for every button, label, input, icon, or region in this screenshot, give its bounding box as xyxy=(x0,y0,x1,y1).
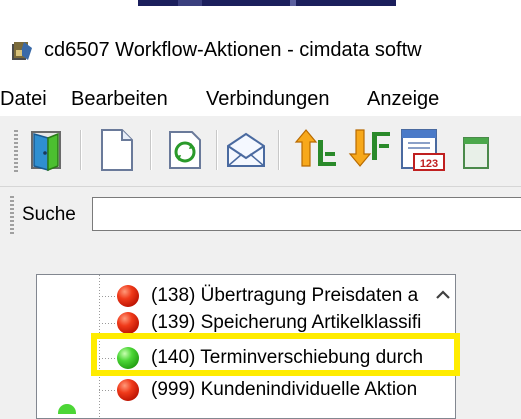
envelope-icon[interactable] xyxy=(222,126,270,174)
toolbar-separator xyxy=(150,130,152,170)
taskbar-tab-edge xyxy=(138,0,396,6)
search-label: Suche xyxy=(22,204,76,225)
search-input[interactable] xyxy=(92,197,521,231)
window-title: cd6507 Workflow-Aktionen - cimdata softw xyxy=(44,39,422,61)
toolbar: 123 xyxy=(0,116,521,186)
search-grip[interactable] xyxy=(10,196,14,236)
svg-text:123: 123 xyxy=(420,158,438,170)
search-bar: Suche xyxy=(0,186,521,246)
tree-branch-line xyxy=(99,358,119,359)
status-red-icon xyxy=(117,379,139,401)
toolbar-separator xyxy=(216,130,218,170)
calendar-123-icon[interactable]: 123 xyxy=(398,126,446,174)
tree-item-label: (140) Terminverschiebung durch xyxy=(151,347,424,368)
refresh-document-icon[interactable] xyxy=(160,126,208,174)
title-bar[interactable]: cd6507 Workflow-Aktionen - cimdata softw xyxy=(0,18,521,76)
new-document-icon[interactable] xyxy=(92,126,140,174)
tab-mark-2 xyxy=(290,0,296,6)
partial-toolbar-icon[interactable] xyxy=(458,126,506,174)
menu-anzeige[interactable]: Anzeige xyxy=(367,86,439,112)
menu-datei[interactable]: Datei xyxy=(0,86,47,112)
scroll-up-arrow-icon[interactable] xyxy=(435,285,451,305)
menu-bar: Datei Bearbeiten Verbindungen Anzeige xyxy=(0,76,521,116)
tree-branch-line xyxy=(99,390,119,391)
menu-verbindungen[interactable]: Verbindungen xyxy=(206,86,329,112)
tree-item-label: (138) Übertragung Preisdaten a xyxy=(151,285,419,306)
tab-mark-1 xyxy=(178,0,202,6)
tree-item-selected[interactable]: (140) Terminverschiebung durch xyxy=(37,343,455,373)
top-strip xyxy=(0,0,521,18)
menu-bearbeiten[interactable]: Bearbeiten xyxy=(71,86,168,112)
workflow-action-tree[interactable]: (138) Übertragung Preisdaten a (139) Spe… xyxy=(36,274,456,419)
status-green-icon xyxy=(117,347,139,369)
tree-branch-line xyxy=(99,323,119,324)
tree-branch-line xyxy=(99,296,119,297)
tree-item[interactable]: (138) Übertragung Preisdaten a xyxy=(37,281,455,311)
exit-door-icon[interactable] xyxy=(22,126,70,174)
tree-item-label: (139) Speicherung Artikelklassifi xyxy=(151,312,422,333)
toolbar-separator xyxy=(278,130,280,170)
toolbar-grip[interactable] xyxy=(14,130,18,172)
tree-item-label: (999) Kundenindividuelle Aktion xyxy=(151,379,418,400)
sort-ascending-icon[interactable] xyxy=(292,126,340,174)
app-icon xyxy=(10,40,34,62)
status-red-icon xyxy=(117,312,139,334)
tree-item[interactable]: (139) Speicherung Artikelklassifi xyxy=(37,308,455,338)
sort-descending-icon[interactable] xyxy=(346,126,394,174)
status-red-icon xyxy=(117,285,139,307)
toolbar-separator xyxy=(80,130,82,170)
tree-item[interactable]: (999) Kundenindividuelle Aktion xyxy=(37,375,455,405)
